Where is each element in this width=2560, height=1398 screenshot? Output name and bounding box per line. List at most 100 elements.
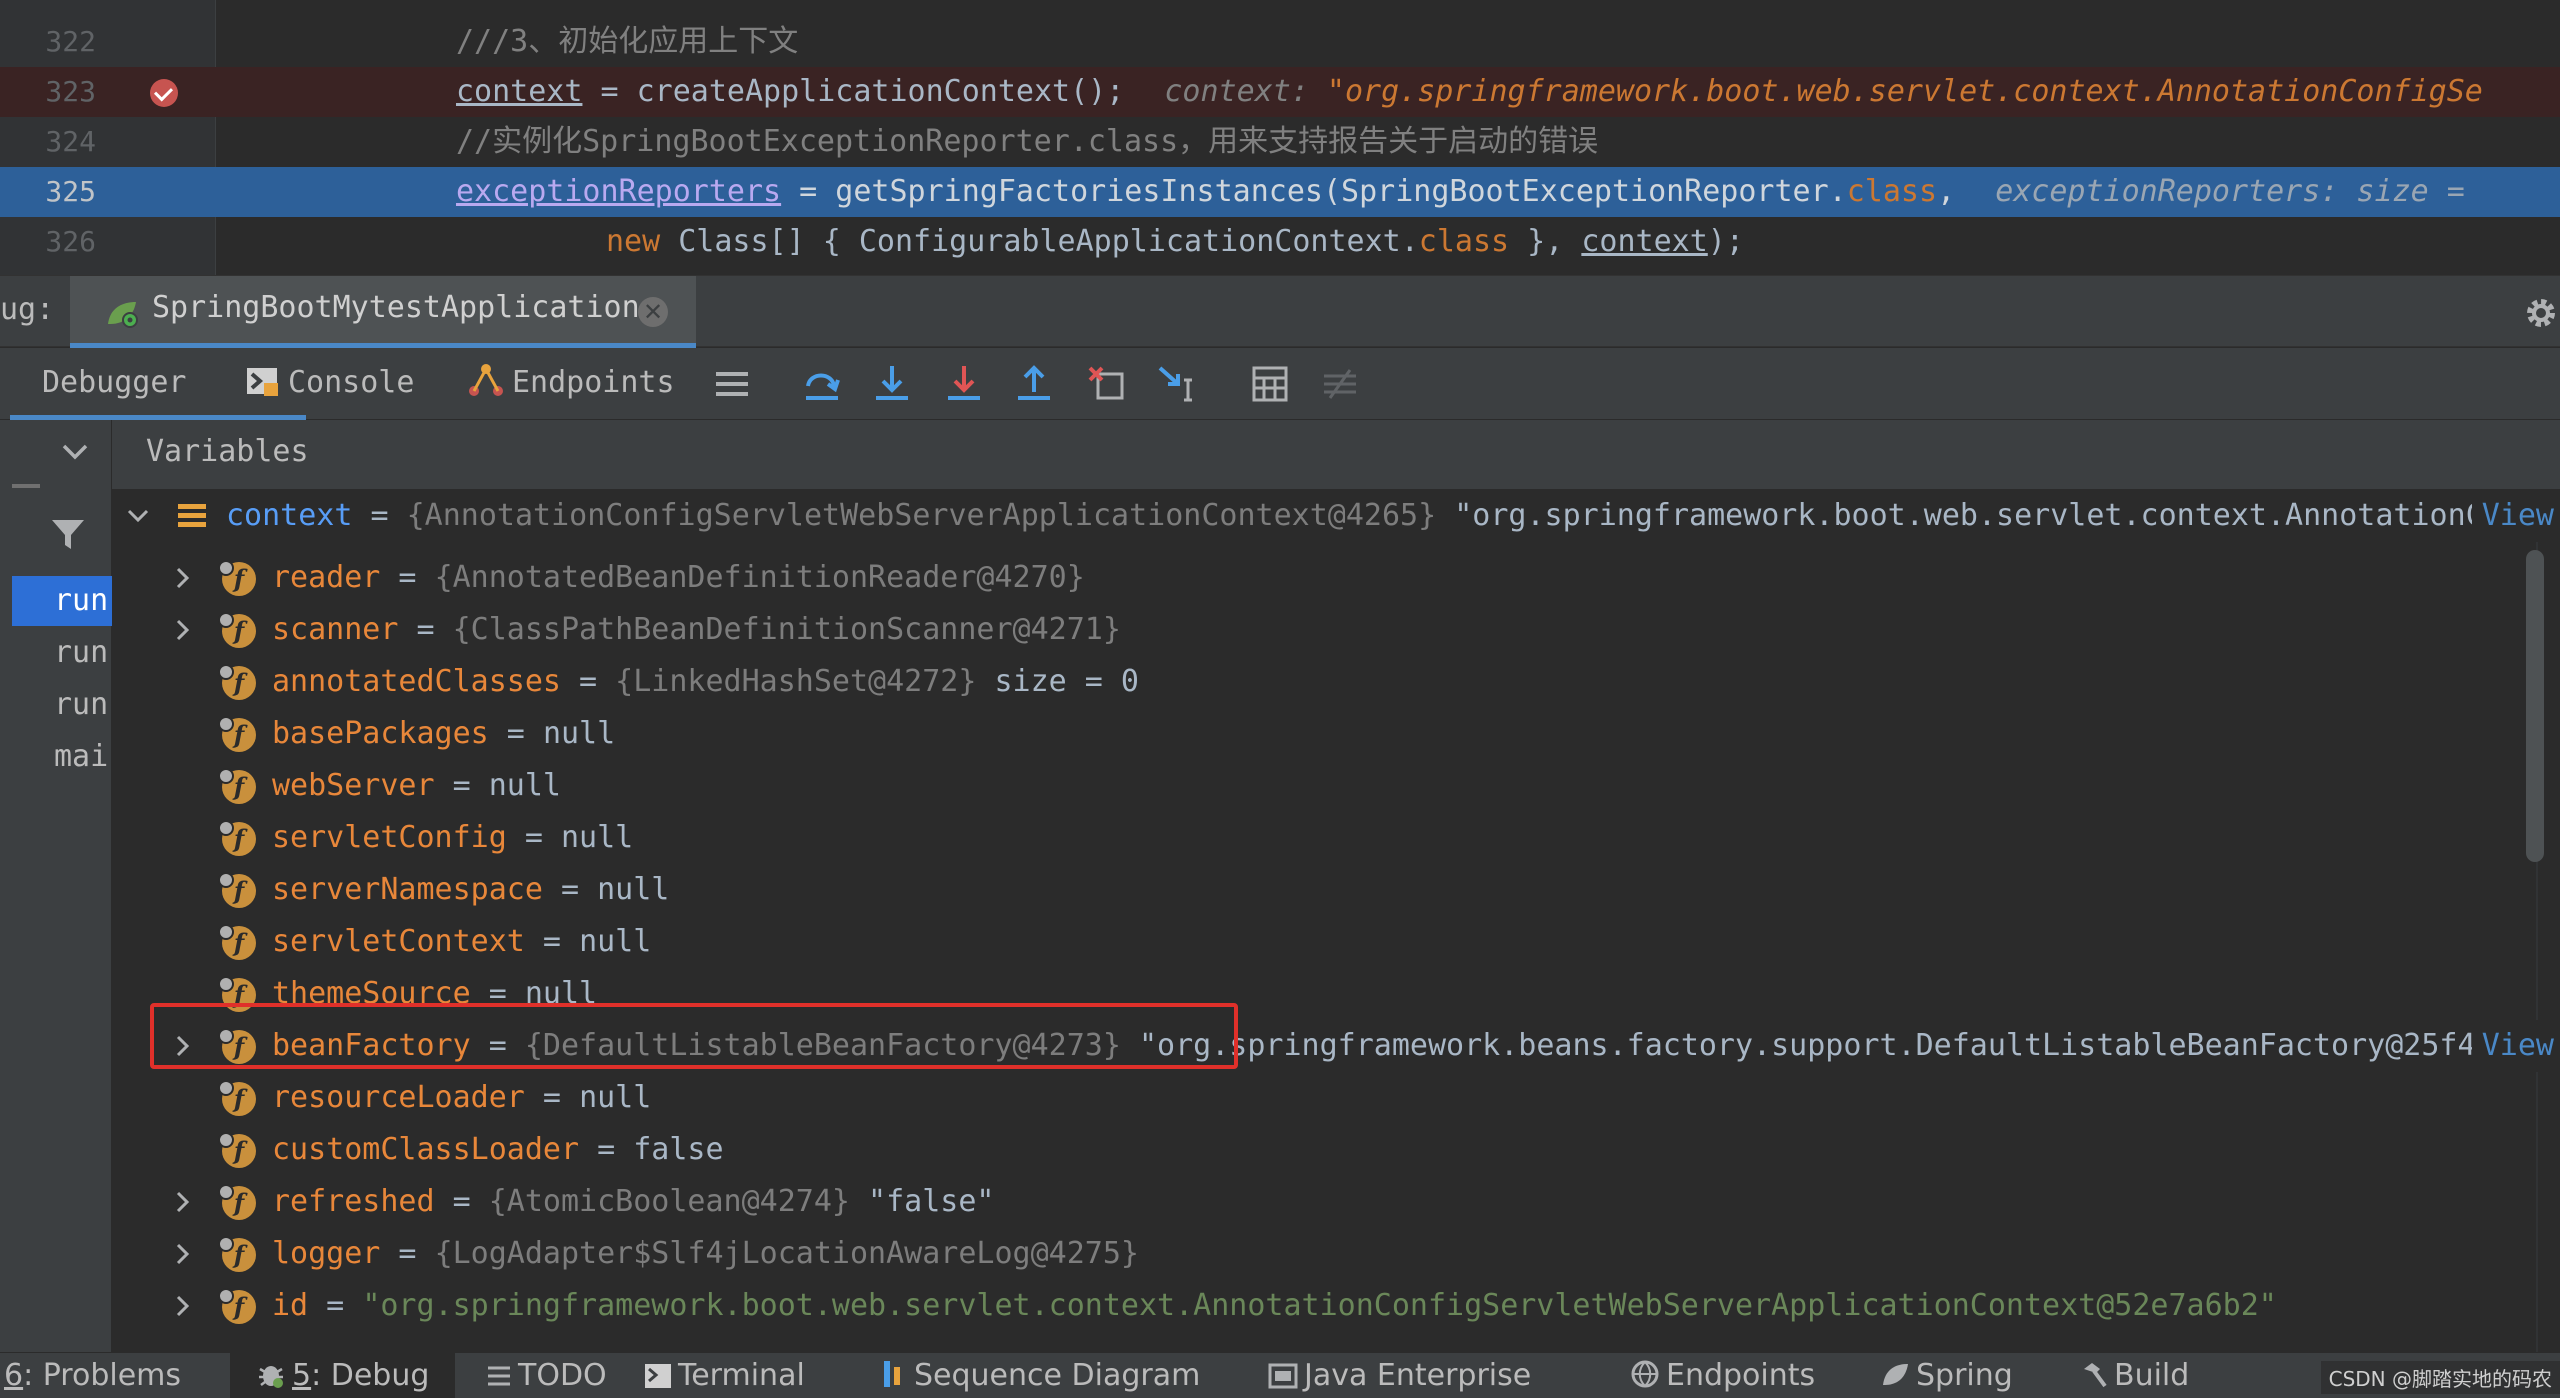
variable-name: basePackages [272, 716, 489, 751]
trace-current-stream-icon[interactable] [1320, 364, 1360, 404]
variable-row-serverNamespace[interactable]: f serverNamespace = null [112, 864, 2560, 916]
gear-icon[interactable] [2522, 294, 2560, 332]
code-text: = createApplicationContext(); [582, 74, 1125, 109]
variable-equals: = [308, 1288, 363, 1323]
code-editor[interactable]: 322 ///3、初始化应用上下文 323 context = createAp… [0, 0, 2560, 275]
code-keyword: class [1418, 224, 1510, 259]
field-icon: f [218, 1236, 256, 1272]
chevron-right-icon[interactable] [170, 1190, 194, 1214]
step-out-icon[interactable] [1014, 364, 1054, 404]
evaluate-expression-icon[interactable] [1250, 364, 1290, 404]
vertical-scrollbar[interactable] [2526, 550, 2544, 862]
step-into-icon[interactable] [872, 364, 912, 404]
tab-terminal[interactable]: Terminal [644, 1353, 805, 1398]
terminal-icon [645, 1364, 671, 1388]
variable-row-customClassLoader[interactable]: f customClassLoader = false [112, 1124, 2560, 1176]
code-line-323[interactable]: 323 context = createApplicationContext()… [0, 67, 2560, 117]
chevron-down-icon[interactable] [60, 442, 90, 462]
code-text: }, [1509, 224, 1582, 259]
field-icon: f [218, 872, 256, 908]
variable-row-webServer[interactable]: f webServer = null [112, 760, 2560, 812]
variable-value: size = 0 [976, 664, 1139, 699]
tab-console[interactable]: Console [246, 348, 414, 420]
frame-item[interactable]: run [12, 576, 112, 626]
variable-row-themeSource[interactable]: f themeSource = null [112, 968, 2560, 1020]
chevron-right-icon[interactable] [170, 1294, 194, 1318]
code-variable[interactable]: context [1581, 224, 1707, 259]
variable-row-reader[interactable]: f reader = {AnnotatedBeanDefinitionReader… [112, 552, 2560, 604]
tab-build[interactable]: Build [2080, 1353, 2189, 1398]
code-line-326[interactable]: 326 new Class[] { ConfigurableApplicatio… [0, 217, 2560, 267]
code-variable[interactable]: exceptionReporters [456, 174, 781, 209]
breakpoint-check-icon[interactable] [150, 79, 178, 107]
variable-name: beanFactory [272, 1028, 471, 1063]
chevron-right-icon[interactable] [170, 1034, 194, 1058]
tab-problems[interactable]: 6: Problems [4, 1353, 181, 1398]
tab-label: Endpoints [512, 365, 675, 400]
field-icon: f [218, 1028, 256, 1064]
code-line-325-current[interactable]: 325 exceptionReporters = getSpringFactor… [0, 167, 2560, 217]
tab-endpoints-bottom[interactable]: Endpoints [1630, 1353, 1815, 1398]
variable-row-annotatedClasses[interactable]: f annotatedClasses = {LinkedHashSet@4272}… [112, 656, 2560, 708]
frame-item[interactable]: run [12, 628, 112, 678]
variable-object: {DefaultListableBeanFactory@4273} [524, 1028, 1121, 1063]
chevron-down-icon[interactable] [126, 504, 150, 528]
object-list-icon [178, 504, 206, 527]
variable-row-resourceLoader[interactable]: f resourceLoader = null [112, 1072, 2560, 1124]
variable-row-id[interactable]: f id = "org.springframework.boot.web.serv… [112, 1280, 2560, 1332]
field-icon: f [218, 560, 256, 596]
code-line-324[interactable]: 324 //实例化SpringBootExceptionReporter.cla… [0, 117, 2560, 167]
variable-value: "org.springframework.boot.web.servlet.co… [362, 1288, 2277, 1323]
tab-spring[interactable]: Spring [1880, 1353, 2013, 1398]
step-over-icon[interactable] [802, 364, 842, 404]
variable-row-servletConfig[interactable]: f servletConfig = null [112, 812, 2560, 864]
run-to-cursor-icon[interactable] [1156, 364, 1196, 404]
drop-frame-icon[interactable] [1086, 364, 1126, 404]
tab-label: Console [288, 365, 415, 400]
tab-todo[interactable]: TODO [486, 1353, 607, 1398]
variable-equals: = [524, 1080, 580, 1115]
filter-icon[interactable] [50, 516, 86, 552]
code-variable[interactable]: context [456, 74, 582, 109]
debug-session-label: SpringBootMytestApplication [152, 290, 640, 325]
debug-session-tab[interactable]: SpringBootMytestApplication ✕ [70, 276, 696, 348]
endpoints-icon [469, 364, 503, 396]
view-link[interactable]: View [2471, 1020, 2560, 1072]
tab-debug[interactable]: 5: Debug [230, 1353, 456, 1398]
sequence-diagram-icon [884, 1361, 900, 1387]
code-keyword: class [1846, 174, 1938, 209]
variable-name: reader [272, 560, 381, 595]
variable-row-beanFactory[interactable]: f beanFactory = {DefaultListableBeanFacto… [112, 1020, 2560, 1072]
tab-java-enterprise[interactable]: Java Enterprise [1268, 1353, 1531, 1398]
line-number: 322 [45, 25, 96, 58]
view-link[interactable]: View [2471, 490, 2560, 542]
debug-prefix-label: ug: [0, 292, 55, 327]
variable-row-refreshed[interactable]: f refreshed = {AtomicBoolean@4274} "false… [112, 1176, 2560, 1228]
chevron-right-icon[interactable] [170, 1242, 194, 1266]
chevron-right-icon[interactable] [170, 566, 194, 590]
force-step-into-icon[interactable] [944, 364, 984, 404]
variable-row-logger[interactable]: f logger = {LogAdapter$Slf4jLocationAware… [112, 1228, 2560, 1280]
tab-sequence-diagram[interactable]: Sequence Diagram [880, 1353, 1200, 1398]
chevron-right-icon[interactable] [170, 618, 194, 642]
variable-row-context[interactable]: context = {AnnotationConfigServletWebSer… [112, 490, 2560, 542]
variable-equals: = [542, 872, 598, 907]
tab-endpoints[interactable]: Endpoints [468, 348, 675, 420]
variable-equals: = [488, 716, 543, 751]
frame-item[interactable]: mai [12, 732, 112, 782]
field-icon: f [218, 612, 256, 648]
code-line-322[interactable]: 322 ///3、初始化应用上下文 [0, 17, 2560, 67]
frame-item[interactable]: run [12, 680, 112, 730]
line-number: 324 [45, 125, 96, 158]
close-icon[interactable]: ✕ [638, 297, 668, 327]
variable-row-basePackages[interactable]: f basePackages = null [112, 708, 2560, 760]
inline-debug-value: exceptionReporters: size = [1995, 174, 2465, 209]
variable-row-scanner[interactable]: f scanner = {ClassPathBeanDefinitionScann… [112, 604, 2560, 656]
show-frames-menu-icon[interactable] [712, 364, 752, 404]
code-comment: //实例化SpringBootExceptionReporter.class，用… [456, 124, 1599, 159]
field-icon: f [218, 768, 256, 804]
variable-row-servletContext[interactable]: f servletContext = null [112, 916, 2560, 968]
variables-tree[interactable]: context = {AnnotationConfigServletWebSer… [112, 490, 2560, 1360]
variable-value: null [524, 976, 598, 1011]
hammer-icon [2084, 1363, 2107, 1388]
